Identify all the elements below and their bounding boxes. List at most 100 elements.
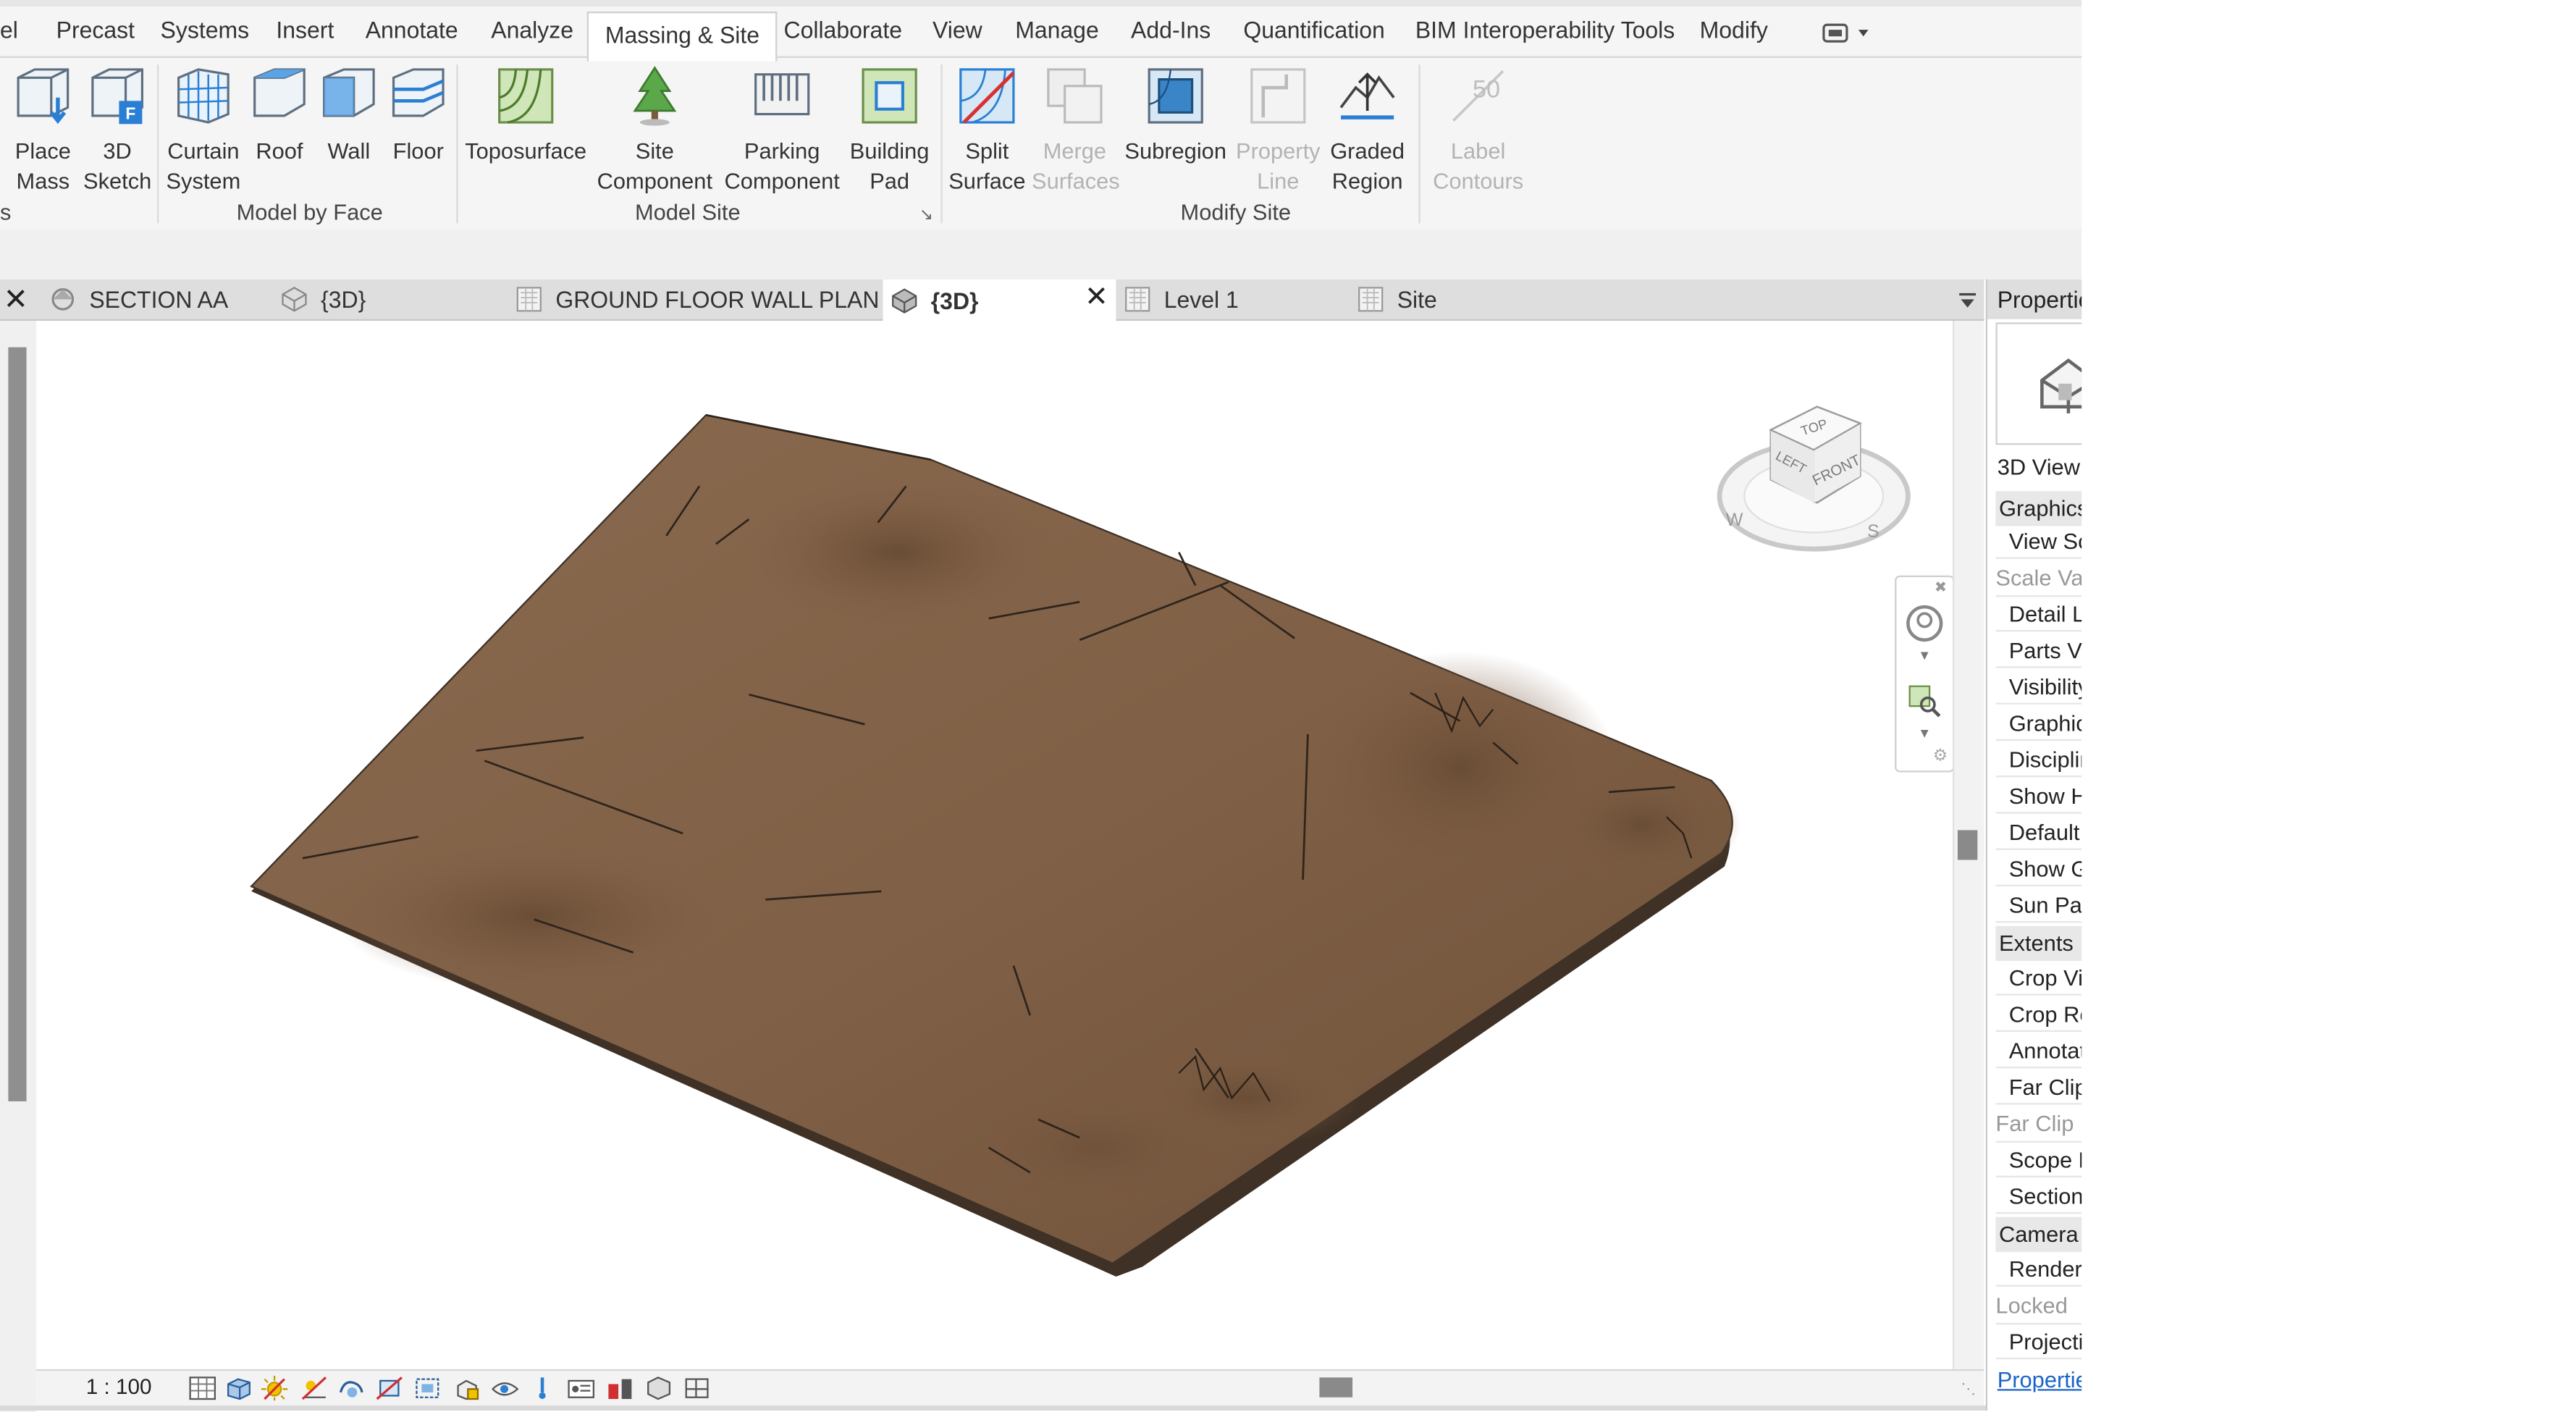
property-row[interactable]: Section <box>1995 1179 2084 1214</box>
place-mass-button[interactable]: Place Mass <box>7 58 79 197</box>
property-row[interactable]: Visibility <box>1995 670 2084 705</box>
label-contours-icon: 50 <box>1452 70 1504 122</box>
show-crop-region-icon[interactable] <box>413 1376 442 1400</box>
properties-help-link[interactable]: Propertie <box>1995 1363 2084 1398</box>
render-icon[interactable] <box>337 1376 366 1400</box>
tab-list-dropdown-icon[interactable] <box>1958 290 1977 319</box>
tab-analyze[interactable]: Analyze <box>491 17 573 43</box>
property-row[interactable]: Parts Vi <box>1995 634 2084 668</box>
unlocked-3d-view-icon[interactable] <box>453 1376 481 1400</box>
property-row[interactable]: Scope B <box>1995 1143 2084 1177</box>
left-scroll-thumb[interactable] <box>8 347 27 1101</box>
3d-view-canvas[interactable]: TOP FRONT LEFT W S <box>38 321 1953 1369</box>
property-row[interactable]: Crop Vi <box>1995 961 2084 996</box>
property-row[interactable]: Graphic <box>1995 706 2084 741</box>
ribbon-display-toggle-icon[interactable] <box>1822 22 1872 53</box>
floor-by-face-button[interactable]: Floor <box>387 58 450 167</box>
property-row[interactable]: Show H <box>1995 779 2084 814</box>
property-group-header[interactable]: Camera <box>1995 1216 2084 1252</box>
roof-by-face-button[interactable]: Roof <box>248 58 311 167</box>
tab-view[interactable]: View <box>933 17 982 43</box>
zoom-region-icon[interactable] <box>1906 683 1942 719</box>
toposurface-button[interactable]: Toposurface <box>465 58 587 167</box>
property-row[interactable]: Show G <box>1995 852 2084 887</box>
property-row[interactable]: Scale Va <box>1995 560 2084 597</box>
parking-component-button[interactable]: Parking Component <box>721 58 843 197</box>
property-row[interactable]: Projecti <box>1995 1324 2084 1360</box>
view-tab-section-aa[interactable]: SECTION AA <box>40 280 272 319</box>
toposurface-label: Toposurface <box>465 138 587 164</box>
curtain-system-button[interactable]: Curtain System <box>162 58 245 197</box>
tab-systems[interactable]: Systems <box>161 17 250 43</box>
temporary-hide-icon[interactable] <box>491 1376 519 1400</box>
vertical-scroll-thumb[interactable] <box>1957 830 1978 860</box>
property-line-button[interactable]: Property Line <box>1234 58 1323 197</box>
blank-area <box>2082 0 2576 1411</box>
show-analytical-model-icon[interactable] <box>645 1376 673 1400</box>
reveal-hidden-icon[interactable] <box>529 1376 557 1400</box>
property-row[interactable]: Locked <box>1995 1288 2084 1325</box>
tab-annotate[interactable]: Annotate <box>366 17 458 43</box>
horizontal-scroll-thumb[interactable] <box>1319 1377 1353 1398</box>
property-row[interactable]: Far Clip <box>1995 1106 2084 1143</box>
tab-modify[interactable]: Modify <box>1700 17 1768 43</box>
3d-sketch-button[interactable]: F 3D Sketch <box>81 58 153 197</box>
worksharing-display-icon[interactable] <box>607 1376 635 1400</box>
tab-manage[interactable]: Manage <box>1015 17 1099 43</box>
view-tab-3d[interactable]: {3D} <box>281 280 513 319</box>
detail-level-icon[interactable] <box>188 1376 216 1400</box>
roof-label: Roof <box>256 138 303 164</box>
toposurface-model <box>250 413 1741 1277</box>
tab-collaborate[interactable]: Collaborate <box>783 17 902 43</box>
property-row[interactable]: Annotat <box>1995 1033 2084 1069</box>
merge-surfaces-button[interactable]: Merge Surfaces <box>1032 58 1120 197</box>
property-group-header[interactable]: Extents <box>1995 925 2084 961</box>
property-group-header[interactable]: Graphics <box>1995 491 2084 526</box>
property-row[interactable]: Far Clip <box>1995 1070 2084 1105</box>
label-contours-button[interactable]: 50 Label Contours <box>1428 58 1528 197</box>
property-row[interactable]: Default <box>1995 815 2084 850</box>
view-tab-ground-floor-wall-plan[interactable]: GROUND FLOOR WALL PLAN <box>516 280 880 319</box>
visual-style-icon[interactable] <box>225 1376 253 1400</box>
tab-bim-interoperability[interactable]: BIM Interoperability Tools <box>1415 17 1675 43</box>
subregion-button[interactable]: Subregion <box>1123 58 1229 167</box>
highlight-displacement-icon[interactable] <box>683 1376 711 1400</box>
view-scale[interactable]: 1 : 100 <box>86 1374 152 1399</box>
close-navbar-icon[interactable]: ✖ <box>1935 579 1947 597</box>
sun-path-icon[interactable] <box>261 1376 290 1401</box>
view-tab-level-1[interactable]: Level 1 <box>1124 280 1352 319</box>
property-row[interactable]: Crop Re <box>1995 997 2084 1033</box>
site-component-button[interactable]: Site Component <box>594 58 716 197</box>
steering-wheel-dropdown-icon[interactable]: ▼ <box>1918 648 1931 663</box>
model-site-dialog-launcher-icon[interactable]: ↘ <box>919 206 933 224</box>
navbar-options-icon[interactable]: ⚙ <box>1933 747 1948 765</box>
steering-wheel-icon[interactable] <box>1905 604 1945 644</box>
property-row[interactable]: Sun Pat <box>1995 888 2084 923</box>
tab-add-ins[interactable]: Add-Ins <box>1131 17 1211 43</box>
viewcube[interactable]: TOP FRONT LEFT W S <box>1714 400 1913 559</box>
tab-precast[interactable]: Precast <box>56 17 135 43</box>
property-line-label-1: Property <box>1236 138 1321 164</box>
property-row[interactable]: Renderi <box>1995 1252 2084 1287</box>
tab-insert[interactable]: Insert <box>276 17 334 43</box>
close-all-views-icon[interactable]: ✕ <box>4 283 28 316</box>
type-selector[interactable] <box>1995 322 2084 445</box>
zoom-dropdown-icon[interactable]: ▼ <box>1918 726 1931 741</box>
graded-region-button[interactable]: Graded Region <box>1326 58 1409 197</box>
crop-view-icon[interactable] <box>375 1376 403 1400</box>
view-tab-3d-active[interactable]: {3D} ✕ <box>883 279 1116 322</box>
property-row[interactable]: View Sc <box>1995 524 2084 559</box>
property-row[interactable]: Disciplir <box>1995 742 2084 778</box>
resize-grip-icon[interactable]: ⋱ <box>1961 1381 1976 1399</box>
view-tab-site[interactable]: Site <box>1358 280 1589 319</box>
close-view-icon[interactable]: ✕ <box>1085 281 1108 314</box>
wall-by-face-button[interactable]: Wall <box>317 58 380 167</box>
shadows-icon[interactable] <box>301 1376 329 1400</box>
tab-model[interactable]: el <box>0 17 18 43</box>
building-pad-button[interactable]: Building Pad <box>846 58 933 197</box>
split-surface-button[interactable]: Split Surface <box>948 58 1027 197</box>
property-row[interactable]: Detail Le <box>1995 597 2084 632</box>
temporary-view-properties-icon[interactable] <box>567 1376 595 1400</box>
tab-massing-site[interactable]: Massing & Site <box>586 11 778 62</box>
tab-quantification[interactable]: Quantification <box>1243 17 1385 43</box>
